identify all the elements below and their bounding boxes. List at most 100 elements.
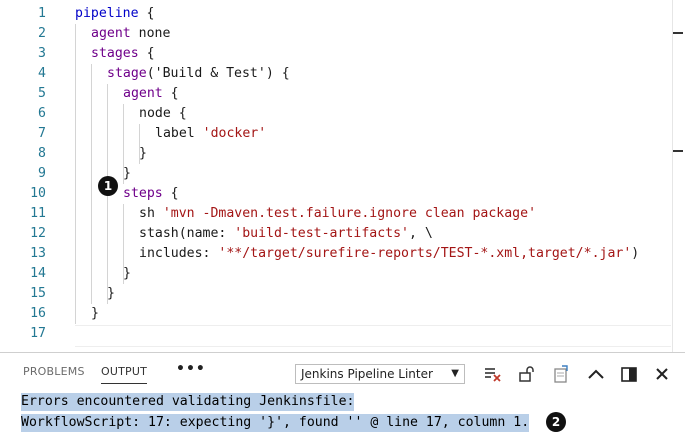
output-panel: PROBLEMS OUTPUT ••• Jenkins Pipeline Lin… xyxy=(0,353,685,440)
output-line-error: WorkflowScript: 17: expecting '}', found… xyxy=(21,414,530,432)
code-token: ) xyxy=(631,246,640,261)
code-token: } xyxy=(107,286,115,301)
code-token: includes: xyxy=(139,246,219,261)
code-token: steps xyxy=(123,186,163,201)
line-number: 17 xyxy=(30,326,46,341)
code-token: agent xyxy=(91,26,131,41)
code-token: } xyxy=(123,166,131,181)
output-channel-value: Jenkins Pipeline Linter xyxy=(301,367,433,381)
code-line[interactable]: 15} xyxy=(0,284,685,304)
code-token: 'mvn -Dmaven.test.failure.ignore clean p… xyxy=(162,206,537,221)
line-number: 10 xyxy=(30,186,46,201)
code-token: { xyxy=(170,106,187,121)
code-text: steps { xyxy=(123,184,179,204)
code-text: stage('Build & Test') { xyxy=(107,64,290,84)
code-editor[interactable]: 1 1 pipeline {2 agent none 3 stages {4 stage(… xyxy=(0,0,685,352)
line-number: 2 xyxy=(38,26,46,41)
code-token: 'Build & Test' xyxy=(154,66,266,81)
code-text: agent { xyxy=(123,84,179,104)
line-number: 1 xyxy=(38,6,46,21)
code-token: sh xyxy=(139,206,155,221)
code-line[interactable]: 16} xyxy=(0,304,685,324)
line-number: 11 xyxy=(30,206,46,221)
code-token: 'docker' xyxy=(202,126,267,141)
code-token: } xyxy=(91,306,99,321)
code-token: { xyxy=(138,46,155,61)
code-line[interactable]: 4 stage('Build & Test') { xyxy=(0,64,685,84)
line-number: 6 xyxy=(38,106,46,121)
code-line[interactable]: 9} xyxy=(0,164,685,184)
output-line: Errors encountered validating Jenkinsfil… xyxy=(21,393,355,411)
line-number: 14 xyxy=(30,266,46,281)
tab-problems[interactable]: PROBLEMS xyxy=(23,365,85,378)
chevron-up-icon[interactable] xyxy=(585,363,607,385)
code-line[interactable]: 12 stash(name: 'build-test-artifacts', \ xyxy=(0,224,685,244)
code-text: sh 'mvn -Dmaven.test.failure.ignore clea… xyxy=(139,204,536,224)
lock-scroll-icon[interactable] xyxy=(516,363,538,385)
code-text: } xyxy=(123,164,131,184)
code-token: pipeline xyxy=(75,6,139,21)
code-line[interactable]: 7 label 'docker' xyxy=(0,124,685,144)
code-token: stage xyxy=(107,66,147,81)
line-number: 7 xyxy=(38,126,46,141)
code-line[interactable]: 8} xyxy=(0,144,685,164)
code-text: } xyxy=(123,264,131,284)
code-token: { xyxy=(162,86,179,101)
code-text: label 'docker' xyxy=(155,124,266,144)
code-text: stash(name: 'build-test-artifacts', \ xyxy=(139,224,433,244)
clear-output-icon[interactable] xyxy=(481,363,503,385)
line-number: 8 xyxy=(38,146,46,161)
code-token: { xyxy=(138,6,155,21)
code-token: '**/target/surefire-reports/TEST-*.xml,t… xyxy=(218,246,632,261)
line-number: 16 xyxy=(30,306,46,321)
code-line[interactable]: 6 node { xyxy=(0,104,685,124)
code-text: pipeline { xyxy=(75,4,154,24)
active-tab-indicator xyxy=(101,383,147,384)
code-token: label xyxy=(155,126,195,141)
line-number: 9 xyxy=(38,166,46,181)
code-text: agent none xyxy=(91,24,170,44)
code-text: node { xyxy=(139,104,187,124)
code-line[interactable]: 3 stages { xyxy=(0,44,685,64)
code-line[interactable]: 1 pipeline { xyxy=(0,4,685,24)
code-token: stages xyxy=(91,46,139,61)
output-channel-select[interactable]: Jenkins Pipeline Linter ▼ xyxy=(295,364,465,384)
code-line[interactable]: 2 agent none xyxy=(0,24,685,44)
code-token: 'build-test-artifacts' xyxy=(234,226,409,241)
code-text: includes: '**/target/surefire-reports/TE… xyxy=(139,244,639,264)
close-panel-icon[interactable] xyxy=(651,363,673,385)
code-token: none xyxy=(130,26,171,41)
code-text: } xyxy=(139,144,147,164)
code-token: ( xyxy=(146,66,155,81)
code-token: node xyxy=(139,106,171,121)
code-token: , \ xyxy=(408,226,433,241)
code-token: ) { xyxy=(265,66,290,81)
line-number: 4 xyxy=(38,66,46,81)
code-token: } xyxy=(139,146,147,161)
line-number: 3 xyxy=(38,46,46,61)
line-number: 15 xyxy=(30,286,46,301)
callout-2-badge: 2 xyxy=(546,412,566,432)
code-line[interactable]: 10 steps { xyxy=(0,184,685,204)
code-line[interactable]: 14} xyxy=(0,264,685,284)
code-line[interactable]: 13 includes: '**/target/surefire-reports/… xyxy=(0,244,685,264)
panel-layout-icon[interactable] xyxy=(618,363,640,385)
code-line[interactable]: 11 sh 'mvn -Dmaven.test.failure.ignore cl… xyxy=(0,204,685,224)
code-text: } xyxy=(91,304,99,324)
code-token: { xyxy=(162,186,179,201)
code-token: agent xyxy=(123,86,163,101)
line-number: 12 xyxy=(30,226,46,241)
code-token: stash(name: xyxy=(139,226,235,241)
code-line[interactable]: 17 xyxy=(0,324,685,344)
code-text: } xyxy=(107,284,115,304)
tab-output[interactable]: OUTPUT xyxy=(101,365,147,378)
line-number: 5 xyxy=(38,86,46,101)
more-actions-button[interactable]: ••• xyxy=(176,361,206,377)
line-number: 13 xyxy=(30,246,46,261)
code-text: stages { xyxy=(91,44,155,64)
chevron-down-icon: ▼ xyxy=(451,368,459,379)
code-line[interactable]: 5 agent { xyxy=(0,84,685,104)
open-log-icon[interactable] xyxy=(550,363,572,385)
